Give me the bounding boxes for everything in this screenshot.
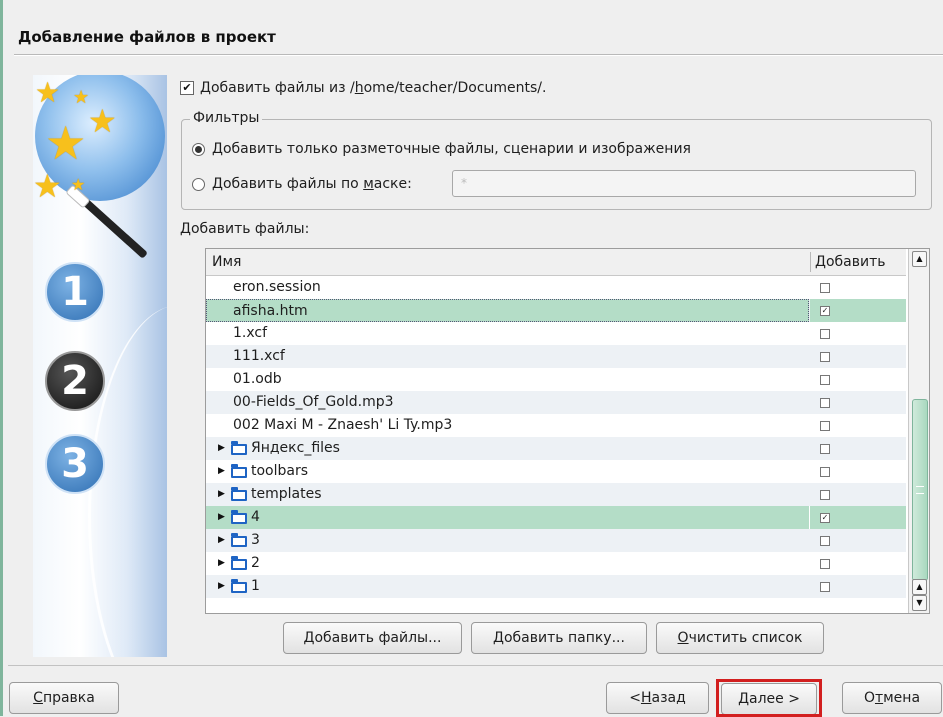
bottom-divider: [8, 665, 943, 666]
add-checkbox[interactable]: ✓: [820, 513, 830, 523]
list-item[interactable]: 111.xcf: [206, 345, 906, 368]
add-checkbox[interactable]: ✓: [820, 306, 830, 316]
expand-arrow-icon[interactable]: ▶: [218, 558, 225, 568]
column-header-add[interactable]: Добавить: [815, 254, 885, 270]
cancel-button[interactable]: От мена: [842, 682, 942, 714]
star-icon: ★: [35, 76, 61, 109]
star-icon: ★: [45, 116, 87, 170]
add-checkbox[interactable]: [820, 559, 830, 569]
scroll-up-icon[interactable]: ▲: [912, 579, 927, 595]
column-divider: [810, 252, 811, 272]
list-item[interactable]: 002 Maxi M - Znaesh' Li Ty.mp3: [206, 414, 906, 437]
folder-icon: [231, 579, 247, 593]
add-checkbox[interactable]: [820, 444, 830, 454]
file-name: 111.xcf: [233, 348, 285, 364]
folder-icon: [231, 556, 247, 570]
list-item[interactable]: afisha.htm ✓: [206, 299, 906, 322]
back-button[interactable]: < Назад: [606, 682, 709, 714]
list-item[interactable]: 01.odb: [206, 368, 906, 391]
add-checkbox[interactable]: [820, 421, 830, 431]
star-icon: ★: [73, 87, 90, 108]
decorative-swoosh: [88, 305, 167, 657]
add-files-button[interactable]: Добавить файлы...: [283, 622, 462, 654]
page-title: Добавление файлов в проект: [18, 28, 276, 46]
expand-arrow-icon[interactable]: ▶: [218, 512, 225, 522]
radio-unselected-icon: [192, 177, 205, 191]
add-checkbox[interactable]: [820, 283, 830, 293]
folder-name: Яндекс_files: [251, 440, 340, 456]
add-checkbox[interactable]: [820, 375, 830, 385]
folder-icon: [231, 510, 247, 524]
star-icon: ★: [71, 175, 86, 194]
file-list[interactable]: Имя Добавить eron.session afisha.htm ✓ 1…: [205, 248, 930, 614]
list-item[interactable]: ▶ toolbars: [206, 460, 906, 483]
column-header-name[interactable]: Имя: [212, 254, 241, 270]
list-item[interactable]: eron.session: [206, 276, 906, 299]
folder-name: 3: [251, 532, 260, 548]
add-from-folder-label: Добавить файлы из /home/teacher/Document…: [200, 80, 547, 96]
checkbox-checked-icon: ✔: [180, 81, 194, 95]
expand-arrow-icon[interactable]: ▶: [218, 443, 225, 453]
add-checkbox[interactable]: [820, 490, 830, 500]
folder-icon: [231, 464, 247, 478]
folder-name: 4: [251, 509, 260, 525]
file-name: afisha.htm: [233, 303, 308, 319]
add-checkbox[interactable]: [820, 352, 830, 362]
radio-markup-only-label: Добавить только разметочные файлы, сцена…: [212, 141, 691, 157]
wizard-step-3: 3: [45, 434, 105, 494]
list-item[interactable]: ▶ 1: [206, 575, 906, 598]
add-folder-button[interactable]: Добавить папку...: [471, 622, 647, 654]
window-left-border: [0, 0, 3, 716]
expand-arrow-icon[interactable]: ▶: [218, 535, 225, 545]
mask-input[interactable]: *: [452, 170, 916, 197]
folder-name: templates: [251, 486, 322, 502]
add-checkbox[interactable]: [820, 536, 830, 546]
scrollbar-thumb[interactable]: [912, 399, 928, 581]
folder-icon: [231, 487, 247, 501]
add-checkbox[interactable]: [820, 467, 830, 477]
list-item[interactable]: 1.xcf: [206, 322, 906, 345]
list-item[interactable]: ▶ 3: [206, 529, 906, 552]
file-name: 002 Maxi M - Znaesh' Li Ty.mp3: [233, 417, 453, 433]
folder-name: 2: [251, 555, 260, 571]
title-divider-highlight: [14, 55, 943, 56]
star-icon: ★: [33, 167, 62, 205]
folder-name: toolbars: [251, 463, 309, 479]
files-list-label: Добавить файлы:: [180, 221, 310, 237]
file-name: 00-Fields_Of_Gold.mp3: [233, 394, 394, 410]
expand-arrow-icon[interactable]: ▶: [218, 489, 225, 499]
file-name: eron.session: [233, 279, 321, 295]
add-checkbox[interactable]: [820, 329, 830, 339]
vertical-scrollbar[interactable]: ▲ ▲ ▼: [908, 249, 929, 613]
clear-list-button[interactable]: Очистить список: [656, 622, 824, 654]
expand-arrow-icon[interactable]: ▶: [218, 466, 225, 476]
scroll-down-icon[interactable]: ▼: [912, 595, 927, 611]
help-button[interactable]: Справка: [9, 682, 119, 714]
add-checkbox[interactable]: [820, 398, 830, 408]
list-item[interactable]: 00-Fields_Of_Gold.mp3: [206, 391, 906, 414]
add-checkbox[interactable]: [820, 582, 830, 592]
list-item[interactable]: ▶ 2: [206, 552, 906, 575]
radio-selected-icon: [192, 142, 205, 156]
folder-icon: [231, 441, 247, 455]
scroll-up-icon[interactable]: ▲: [912, 251, 927, 267]
file-name: 01.odb: [233, 371, 282, 387]
radio-by-mask[interactable]: Добавить файлы по маске:: [192, 176, 412, 192]
list-item[interactable]: ▶ Яндекс_files: [206, 437, 906, 460]
wizard-step-2-current: 2: [45, 351, 105, 411]
folder-name: 1: [251, 578, 260, 594]
radio-markup-only[interactable]: Добавить только разметочные файлы, сцена…: [192, 141, 691, 157]
filters-legend: Фильтры: [190, 110, 263, 126]
file-list-header: Имя Добавить: [206, 249, 906, 276]
wizard-step-1: 1: [45, 262, 105, 322]
expand-arrow-icon[interactable]: ▶: [218, 581, 225, 591]
list-item[interactable]: ▶ 4 ✓: [206, 506, 906, 529]
star-icon: ★: [88, 102, 117, 140]
next-button-highlight-frame: [716, 679, 822, 717]
list-item[interactable]: ▶ templates: [206, 483, 906, 506]
radio-by-mask-label: Добавить файлы по маске:: [212, 176, 412, 192]
add-from-folder-checkbox[interactable]: ✔ Добавить файлы из /home/teacher/Docume…: [180, 80, 546, 96]
folder-icon: [231, 533, 247, 547]
file-name: 1.xcf: [233, 325, 268, 341]
